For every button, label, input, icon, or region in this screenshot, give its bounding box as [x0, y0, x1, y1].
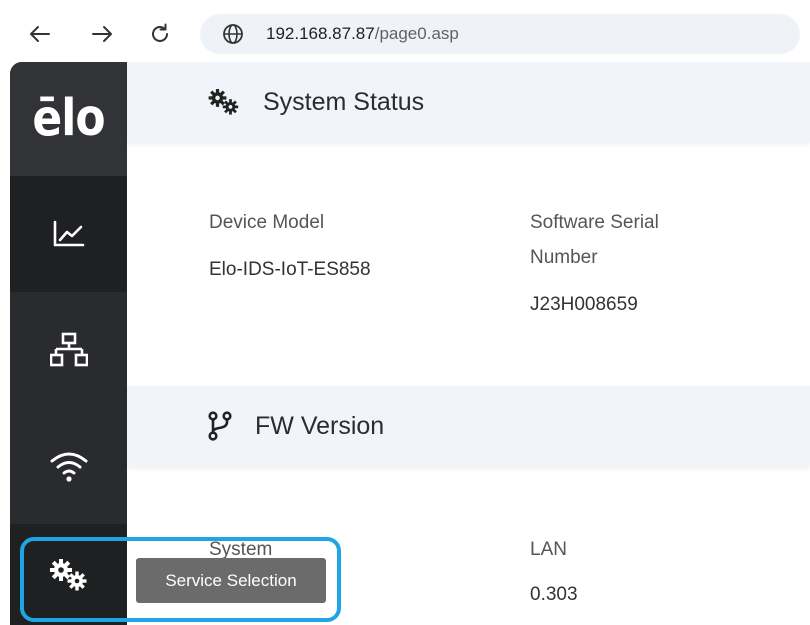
arrow-right-icon [92, 26, 112, 42]
sidebar: ēlo [10, 62, 127, 625]
system-status-title: System Status [263, 87, 425, 116]
reload-icon [152, 23, 168, 42]
gears-icon [208, 89, 239, 115]
sidebar-item-service[interactable] [10, 524, 127, 625]
serial-label-line2: Number [530, 247, 598, 268]
forward-button[interactable] [82, 14, 122, 54]
logo-text: ēlo [32, 89, 105, 148]
elo-logo[interactable]: ēlo [10, 62, 127, 176]
fw-version-title: FW Version [255, 411, 385, 440]
browser-toolbar: 192.168.87.87/page0.asp [0, 0, 810, 62]
url-text: 192.168.87.87/page0.asp [266, 24, 459, 44]
branch-icon [208, 411, 232, 441]
fw-version-header: FW Version [127, 386, 810, 466]
arrow-left-icon [30, 26, 50, 42]
system-status-header: System Status [127, 62, 810, 142]
back-button[interactable] [20, 14, 60, 54]
sidebar-item-status[interactable] [10, 176, 127, 292]
serial-value: J23H008659 [530, 294, 638, 315]
device-model-label: Device Model [209, 212, 325, 233]
sidebar-item-network[interactable] [10, 292, 127, 408]
service-selection-tooltip: Service Selection [136, 558, 326, 603]
sidebar-item-wifi[interactable] [10, 408, 127, 524]
url-path: /page0.asp [374, 24, 459, 43]
chart-line-icon [53, 220, 84, 247]
gears-icon [49, 558, 86, 590]
globe-icon [223, 24, 243, 44]
main-content: System Status Device Model Elo-IDS-IoT-E… [127, 62, 810, 625]
address-bar[interactable]: 192.168.87.87/page0.asp [200, 14, 800, 54]
lan-value: 0.303 [530, 584, 578, 605]
serial-label-line1: Software Serial [530, 212, 659, 233]
device-model-value: Elo-IDS-IoT-ES858 [209, 259, 371, 280]
reload-button[interactable] [140, 14, 180, 54]
network-icon [49, 332, 88, 367]
lan-label: LAN [530, 539, 567, 560]
wifi-icon [50, 452, 87, 482]
url-host: 192.168.87.87 [266, 24, 375, 43]
